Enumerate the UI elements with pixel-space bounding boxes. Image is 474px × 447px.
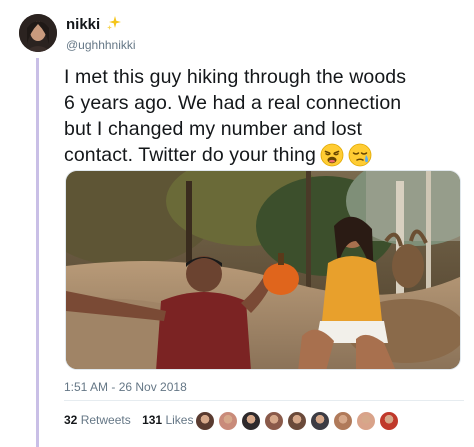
divider xyxy=(64,400,464,401)
liker-avatar-9[interactable] xyxy=(379,411,399,431)
tweet-header: nikki @ughhhnikki xyxy=(66,15,136,52)
liker-avatar-2[interactable] xyxy=(218,411,238,431)
username[interactable]: @ughhhnikki xyxy=(66,38,136,52)
user-avatar[interactable] xyxy=(19,14,57,52)
tweet-photo[interactable] xyxy=(65,170,461,370)
retweets-label: Retweets xyxy=(80,413,131,427)
tweet-stats: 32 Retweets 131 Likes xyxy=(64,413,201,427)
liker-avatar-4[interactable] xyxy=(264,411,284,431)
tweet-text-line: but I changed my number and lost xyxy=(64,118,363,140)
liker-avatar-1[interactable] xyxy=(195,411,215,431)
liker-avatar-7[interactable] xyxy=(333,411,353,431)
sparkle-icon xyxy=(106,15,122,36)
tweet-text: I met this guy hiking through the woods … xyxy=(64,64,464,174)
tweet-text-line: 6 years ago. We had a real connection xyxy=(64,92,402,114)
likes-stat[interactable]: 131 Likes xyxy=(142,413,193,427)
likes-count: 131 xyxy=(142,413,163,427)
thread-line xyxy=(36,58,39,447)
tweet-text-line: I met this guy hiking through the woods xyxy=(64,66,407,88)
retweets-count: 32 xyxy=(64,413,78,427)
liker-avatar-3[interactable] xyxy=(241,411,261,431)
tweet: nikki @ughhhnikki I met this guy hiking … xyxy=(0,0,474,447)
liker-avatar-5[interactable] xyxy=(287,411,307,431)
liker-avatar-8[interactable] xyxy=(356,411,376,431)
display-name[interactable]: nikki xyxy=(66,16,100,33)
liker-avatar-6[interactable] xyxy=(310,411,330,431)
liker-avatars xyxy=(195,411,399,431)
likes-label: Likes xyxy=(165,413,194,427)
timestamp[interactable]: 1:51 AM - 26 Nov 2018 xyxy=(64,380,187,394)
retweets-stat[interactable]: 32 Retweets xyxy=(64,413,131,427)
tweet-text-content: contact. Twitter do your thing xyxy=(64,144,316,166)
